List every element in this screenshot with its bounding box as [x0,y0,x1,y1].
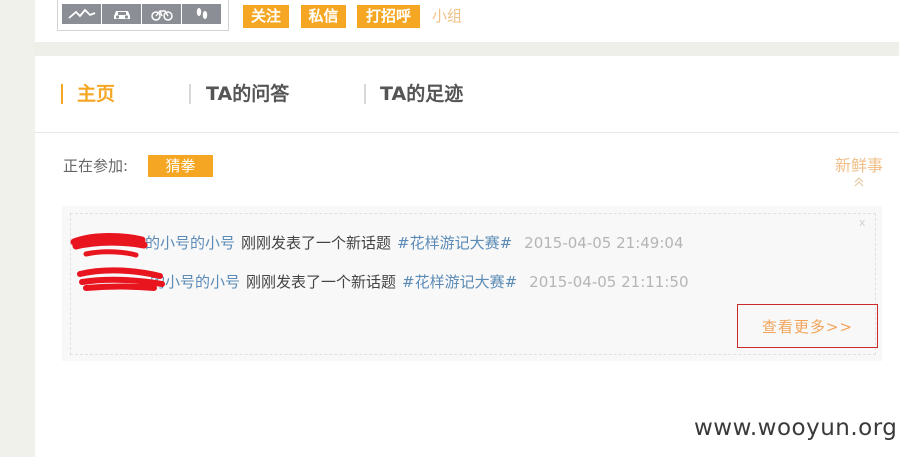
private-message-button[interactable]: 私信 [301,5,346,28]
feed-timestamp: 2015-04-05 21:11:50 [529,273,689,291]
tab-qa[interactable]: TA的问答 [206,82,289,106]
tab-home-marker [61,84,63,104]
feed-topic-link[interactable]: #花样游记大赛# [402,273,517,291]
feed-action-text: 刚刚发表了一个新话题 [241,234,392,252]
section-gap [35,42,899,56]
profile-icon-strip [62,4,222,24]
bicycle-icon[interactable] [142,4,181,24]
greet-button[interactable]: 打招呼 [357,5,420,28]
feed-item: 的小号的小号 刚刚发表了一个新话题 #花样游记大赛# 2015-04-05 21:11… [150,271,688,293]
joining-label: 正在参加: [63,157,129,175]
feed-item: 的小号的小号 刚刚发表了一个新话题 #花样游记大赛# 2015-04-05 21:49… [145,232,683,254]
tab-separator [189,84,191,104]
tab-separator [364,84,366,104]
group-link[interactable]: 小组 [432,6,462,26]
page-left-margin [0,0,35,457]
close-icon[interactable]: x [859,217,866,229]
view-more-button[interactable]: 查看更多>> [737,304,878,348]
tab-home[interactable]: 主页 [77,82,115,106]
feed-action-text: 刚刚发表了一个新话题 [246,273,397,291]
footprints-icon[interactable] [182,4,221,24]
joining-activity-tag[interactable]: 猜拳 [148,155,213,177]
fresh-news-link[interactable]: 新鲜事 [835,156,883,176]
car-icon[interactable] [102,4,141,24]
mountain-icon[interactable] [62,4,101,24]
redaction-scribble [70,233,165,291]
profile-icon-box [57,0,229,31]
follow-button[interactable]: 关注 [243,5,289,28]
tab-footprints[interactable]: TA的足迹 [380,82,463,106]
feed-topic-link[interactable]: #花样游记大赛# [397,234,512,252]
watermark: www.wooyun.org [694,415,898,441]
tab-divider [35,132,899,133]
feed-timestamp: 2015-04-05 21:49:04 [524,234,684,252]
chevron-up-icon[interactable] [853,176,865,188]
